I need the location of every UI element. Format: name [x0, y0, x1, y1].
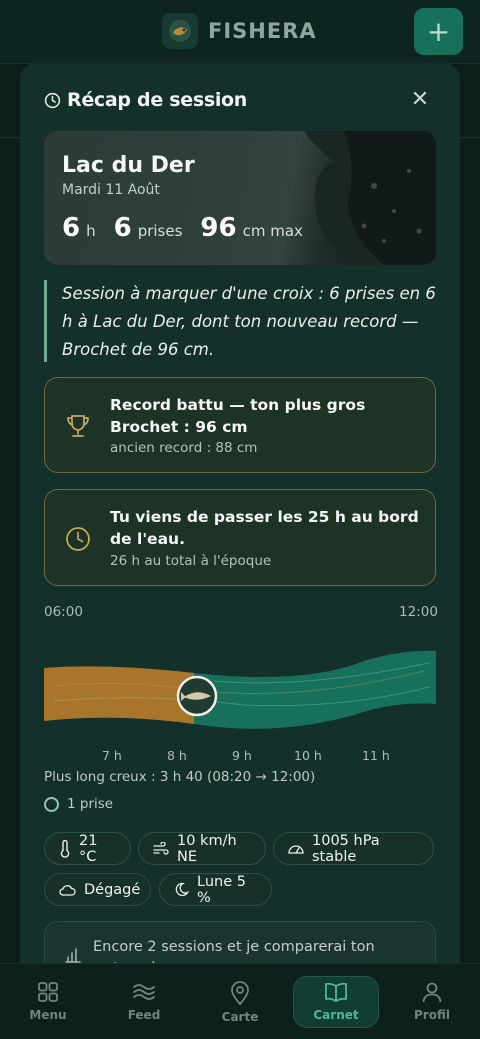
nav-label: Carnet	[313, 1008, 359, 1022]
record-title: Record battu — ton plus gros Brochet : 9…	[110, 396, 366, 436]
nav-feed[interactable]: Feed	[104, 980, 184, 1022]
timeline-tick: 9 h	[232, 748, 252, 763]
bottom-nav: Menu Feed Carte Carnet Profil	[0, 963, 480, 1039]
nav-menu[interactable]: Menu	[8, 980, 88, 1022]
duration-unit: h	[86, 222, 96, 240]
clock-icon	[44, 92, 61, 108]
record-card: Record battu — ton plus gros Brochet : 9…	[44, 377, 436, 473]
timeline-tick: 7 h	[102, 748, 122, 763]
lake-photo	[304, 131, 436, 265]
modal-title: Récap de session	[67, 89, 248, 111]
max-size-unit: cm max	[242, 222, 303, 240]
session-recap-modal: Récap de session ✕ Lac du Der Mardi 11 A…	[20, 63, 460, 975]
nav-label: Feed	[127, 1008, 161, 1022]
modal-header: Récap de session	[44, 89, 247, 111]
trophy-icon	[67, 415, 89, 437]
pressure-chip: 1005 hPa stable	[273, 832, 434, 865]
nav-label: Carte	[221, 1010, 259, 1024]
nav-profile[interactable]: Profil	[392, 980, 472, 1022]
sky-chip: Dégagé	[44, 873, 151, 906]
moon-label: Lune 5 %	[197, 873, 246, 906]
pressure-label: 1005 hPa stable	[312, 832, 380, 865]
longest-gap: Plus long creux : 3 h 40 (08:20 → 12:00)	[44, 769, 316, 785]
pressure-icon	[288, 845, 304, 854]
milestone-sub: 26 h au total à l'époque	[110, 553, 272, 569]
timeline-tick: 8 h	[167, 748, 187, 763]
thermometer-icon	[60, 839, 70, 858]
add-button[interactable]: +	[414, 8, 463, 55]
nav-logbook[interactable]: Carnet	[296, 980, 376, 1022]
sky-label: Dégagé	[84, 881, 141, 898]
app-logo: FISHERA	[162, 13, 317, 49]
moon-chip: Lune 5 %	[159, 873, 272, 906]
fish-logo-icon	[162, 13, 198, 49]
temperature-chip: 21 °C	[44, 832, 131, 865]
max-size-value: 96	[200, 213, 237, 243]
record-previous: ancien record : 88 cm	[110, 440, 258, 456]
divider	[0, 137, 20, 138]
catch-marker[interactable]	[176, 675, 218, 717]
session-date: Mardi 11 Août	[62, 182, 160, 198]
timeline-end: 12:00	[399, 604, 438, 620]
nav-label: Menu	[29, 1008, 67, 1022]
timeline-legend: 1 prise	[44, 796, 113, 812]
user-icon	[422, 982, 442, 1003]
app-name: FISHERA	[208, 19, 317, 43]
divider	[460, 137, 480, 138]
wind-label: 10 km/h NE	[177, 832, 237, 865]
cloud-icon	[59, 884, 76, 896]
moon-icon	[175, 882, 189, 897]
wind-icon	[153, 841, 169, 855]
nav-map[interactable]: Carte	[200, 980, 280, 1024]
bar-chart-icon	[65, 948, 81, 963]
waves-icon	[133, 984, 155, 1000]
catches-value: 6	[113, 213, 132, 243]
session-summary: Session à marquer d'une croix : 6 prises…	[44, 280, 436, 362]
timeline-tick: 10 h	[294, 748, 322, 763]
legend-label: 1 prise	[67, 796, 114, 812]
close-button[interactable]: ✕	[409, 89, 431, 111]
milestone-card: Tu viens de passer les 25 h au bord de l…	[44, 489, 436, 586]
map-pin-icon	[231, 981, 249, 1006]
duration-value: 6	[62, 213, 81, 243]
session-timeline	[44, 650, 436, 729]
session-stats: 6 h 6 prises 96 cm max	[62, 213, 321, 243]
app-header: FISHERA +	[0, 0, 480, 64]
milestone-title: Tu viens de passer les 25 h au bord de l…	[110, 508, 419, 548]
grid-icon	[38, 982, 58, 1002]
session-hero: Lac du Der Mardi 11 Août 6 h 6 prises 96…	[44, 131, 436, 265]
book-icon	[325, 982, 347, 1002]
wind-chip: 10 km/h NE	[138, 832, 266, 865]
clock-icon	[66, 527, 90, 551]
lake-name: Lac du Der	[62, 153, 195, 178]
timeline-start: 06:00	[44, 604, 83, 620]
timeline-tick: 11 h	[362, 748, 390, 763]
catch-dot-icon	[44, 796, 59, 812]
temperature-label: 21 °C	[79, 832, 98, 865]
nav-label: Profil	[414, 1008, 450, 1022]
catches-unit: prises	[137, 222, 183, 240]
